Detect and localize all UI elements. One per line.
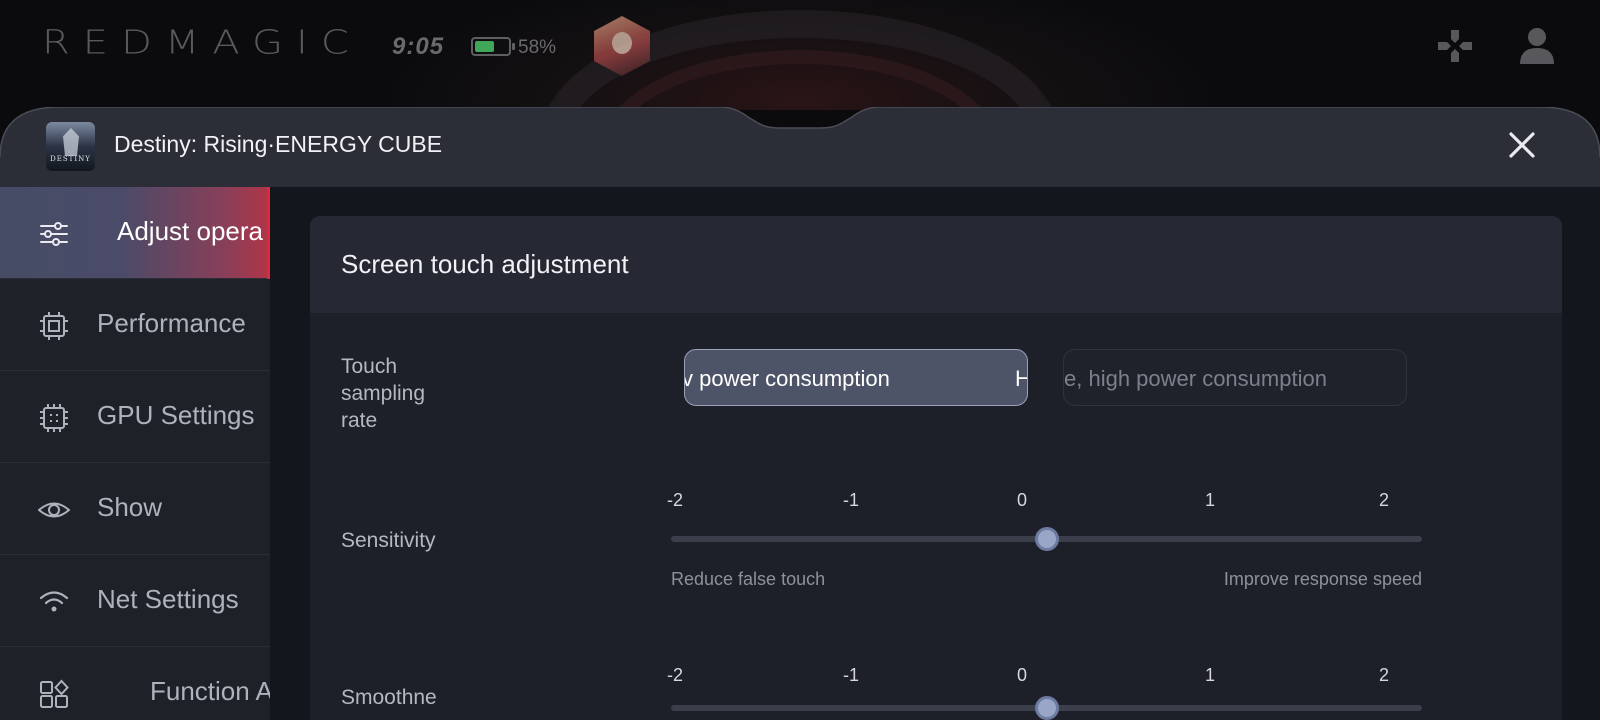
tick-label: 0: [1016, 665, 1027, 685]
tick-label: 2: [1378, 665, 1389, 685]
sidebar-item-label: Show: [97, 492, 163, 522]
sidebar-item-label: Performance: [97, 308, 246, 338]
game-character-figure: [63, 128, 79, 156]
sampling-option-overflow-text: H: [1015, 366, 1027, 392]
gpu-icon: [40, 404, 68, 432]
smoothness-slider-thumb[interactable]: [1034, 696, 1059, 720]
battery-percentage: 58%: [518, 37, 557, 58]
sidebar-item-label: GPU Settings: [97, 400, 255, 430]
touch-sampling-label: Touch sampling rate: [341, 355, 426, 432]
sampling-option-text: v power consumption: [684, 366, 890, 391]
tick-label: -1: [842, 490, 859, 510]
sidebar-item-net-settings[interactable]: Net Settings: [0, 555, 270, 647]
section-title: Screen touch adjustment: [341, 249, 629, 279]
eye-icon: [38, 502, 70, 518]
tick-label: 1: [1204, 665, 1215, 685]
sensitivity-slider-thumb[interactable]: [1034, 527, 1059, 551]
tick-label: -1: [842, 665, 859, 685]
sampling-option-low-power[interactable]: v power consumption H: [684, 349, 1028, 406]
panel-header: DESTINY Destiny: Rising·ENERGY CUBE: [0, 107, 1600, 187]
sidebar-item-performance[interactable]: Performance: [0, 279, 270, 371]
tick-label: -2: [666, 490, 683, 510]
chip-icon: [40, 312, 68, 340]
tick-label: 0: [1016, 490, 1027, 510]
apps-icon: [40, 679, 69, 708]
sidebar-item-gpu-settings[interactable]: GPU Settings: [0, 371, 270, 463]
avatar-face: [612, 32, 632, 54]
battery-icon: [471, 37, 515, 56]
smoothness-label: Smoothne: [341, 686, 437, 709]
sensitivity-max-hint: Improve response speed: [1223, 569, 1422, 589]
sampling-option-high-power[interactable]: e, high power consumption: [1063, 349, 1407, 406]
sensitivity-ticks: -2 -1 0 1 2: [660, 490, 1420, 514]
game-thumbnail-title: DESTINY: [50, 155, 91, 163]
card-header: Screen touch adjustment: [310, 216, 1562, 313]
sidebar-item-label: Function A: [150, 676, 270, 706]
sliders-icon: [40, 222, 68, 246]
sampling-option-text: e, high power consumption: [1064, 366, 1327, 391]
clock: 9:05: [392, 33, 445, 60]
sidebar-item-function-assist[interactable]: Function A: [0, 647, 270, 720]
sidebar-item-label: Adjust opera: [117, 216, 263, 246]
brand-logo: REDMAGIC: [42, 24, 362, 62]
sidebar-item-label: Net Settings: [97, 584, 239, 614]
sidebar-menu: Adjust opera Performance GPU Settings Sh…: [0, 187, 270, 720]
sidebar: Adjust opera Performance GPU Settings Sh…: [0, 187, 270, 720]
close-icon[interactable]: [1502, 125, 1542, 165]
screen-touch-card: Screen touch adjustment Touch sampling r…: [310, 216, 1562, 720]
tick-label: 1: [1204, 490, 1215, 510]
sensitivity-label: Sensitivity: [341, 529, 436, 552]
tick-label: 2: [1378, 490, 1389, 510]
battery-fill: [475, 41, 494, 52]
sensitivity-min-hint: Reduce false touch: [671, 569, 826, 589]
energy-cube-panel: DESTINY Destiny: Rising·ENERGY CUBE Adju…: [0, 107, 1600, 720]
tick-label: -2: [666, 665, 683, 685]
sidebar-item-show[interactable]: Show: [0, 463, 270, 555]
top-status-bar: REDMAGIC 9:05 58%: [0, 0, 1600, 270]
smoothness-ticks: -2 -1 0 1 2: [660, 665, 1420, 689]
main-content: Screen touch adjustment Touch sampling r…: [270, 187, 1600, 720]
wifi-icon: [39, 591, 69, 612]
game-thumbnail: DESTINY: [46, 122, 95, 171]
panel-title: Destiny: Rising·ENERGY CUBE: [114, 131, 443, 157]
gamepad-icon[interactable]: [1436, 28, 1474, 64]
sidebar-item-adjust-operation[interactable]: Adjust opera: [0, 187, 270, 279]
user-icon[interactable]: [1518, 26, 1556, 66]
